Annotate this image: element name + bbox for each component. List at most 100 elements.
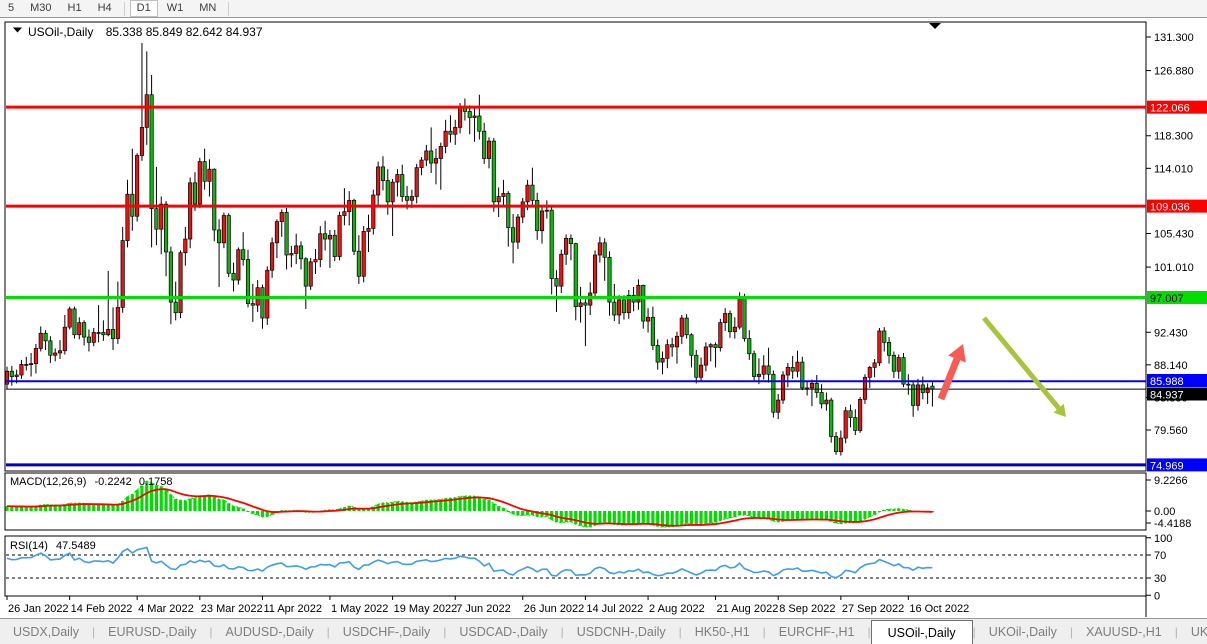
candle (433, 148, 439, 185)
price-tick-label: 118.300 (1154, 131, 1193, 143)
candle (298, 241, 304, 270)
candle (361, 226, 366, 283)
candle (631, 286, 636, 312)
candle-body (477, 115, 482, 132)
candle (462, 98, 467, 121)
candle (920, 376, 925, 400)
macd-histogram-bar (607, 511, 612, 524)
symbol-dropdown-icon[interactable] (13, 27, 22, 33)
timeframe-button-D1[interactable]: D1 (129, 0, 158, 17)
candle-body (887, 342, 892, 356)
candle (323, 220, 328, 251)
candle (125, 179, 130, 248)
candle-body (351, 199, 357, 252)
candle (38, 326, 43, 352)
candle-body (448, 130, 453, 135)
candle-body (843, 410, 848, 439)
tab-audusd-daily[interactable]: AUDUSD-,Daily (212, 619, 326, 644)
candle-body (780, 374, 786, 401)
timeframe-button-W1[interactable]: W1 (160, 0, 191, 17)
candle (183, 226, 188, 266)
candle (602, 238, 607, 281)
tab-usdchf-daily[interactable]: USDCHF-,Daily (330, 619, 444, 644)
date-label: 19 May 2022 (394, 603, 458, 615)
candle-body (607, 256, 612, 303)
candle (646, 308, 651, 333)
date-label: 23 Mar 2022 (201, 603, 263, 615)
candle-body (703, 346, 708, 366)
candle-body (72, 308, 77, 336)
candle (809, 379, 814, 407)
candle-body (318, 233, 323, 260)
candle-body (458, 106, 463, 128)
macd-histogram-bar (183, 500, 187, 511)
candle (814, 375, 819, 398)
candle (872, 359, 877, 378)
macd-histogram-bar (101, 504, 105, 511)
timeframe-button-MN[interactable]: MN (192, 0, 223, 17)
timeframe-toolbar: 5 M30 H1 H4 D1 W1 MN (0, 0, 1207, 18)
macd-axis-label: 0.00 (1154, 506, 1175, 518)
candle (260, 284, 265, 329)
candle (506, 191, 511, 247)
tab-usoil-daily[interactable]: USOil-,Daily (870, 620, 973, 644)
macd-histogram-bar (96, 504, 101, 511)
candle-body (592, 254, 598, 294)
tab-eurchf-h1[interactable]: EURCHF-,H1 (766, 619, 868, 644)
timeframe-button-M30[interactable]: M30 (23, 0, 58, 17)
candle (77, 317, 82, 340)
candle-body (515, 216, 520, 243)
tab-ukoil-daily[interactable]: UKOil-,Daily (976, 619, 1070, 644)
candle-body (795, 361, 800, 372)
candle-body (766, 365, 771, 375)
candle (453, 119, 458, 145)
date-label: 4 Mar 2022 (138, 603, 194, 615)
chart-canvas[interactable]: 131.300 126.880 118.300 114.010 105.430 101.0… (0, 18, 1207, 618)
tab-usdx-daily[interactable]: USDX,Daily (0, 619, 92, 644)
macd-value-signal: 0.1758 (139, 476, 173, 488)
timeframe-button-5[interactable]: 5 (1, 0, 21, 17)
candle-body (636, 285, 641, 303)
timeframe-button-H1[interactable]: H1 (61, 0, 89, 17)
candle-body (33, 348, 38, 364)
candle (29, 352, 34, 377)
candle (294, 233, 299, 265)
candle-body (867, 367, 872, 378)
tab-eurusd-daily[interactable]: EURUSD-,Daily (95, 619, 209, 644)
bullish-arrow[interactable] (937, 344, 966, 401)
candle (853, 409, 858, 436)
candle-body (212, 168, 217, 231)
candle-body (486, 140, 492, 159)
candle (684, 314, 689, 339)
macd-histogram-bar (858, 511, 862, 522)
candle-body (188, 182, 193, 240)
candle-body (303, 258, 308, 287)
candle-body (24, 364, 29, 366)
candle-body (265, 269, 270, 319)
tab-ukoil-daily[interactable]: UKOil-,Daily (1178, 619, 1207, 644)
rsi-value: 47.5489 (56, 540, 96, 552)
candle-body (539, 210, 545, 232)
candle-body (727, 313, 733, 333)
toolbar-separator (228, 1, 230, 16)
macd-histogram-bar (169, 494, 173, 511)
candle (539, 207, 545, 244)
tab-usdcad-daily[interactable]: USDCAD-,Daily (446, 619, 560, 644)
candle-body (756, 373, 761, 377)
chart-shift-marker-icon[interactable] (929, 23, 941, 29)
candle (583, 297, 588, 347)
tab-usdcnh-daily[interactable]: USDCNH-,Daily (564, 619, 679, 644)
candle (72, 306, 77, 339)
candle (236, 247, 241, 285)
price-badge: 74.969 (1147, 458, 1207, 472)
candle (626, 289, 631, 319)
candle (511, 213, 516, 264)
tab-hk50-h1[interactable]: HK50-,H1 (682, 619, 763, 644)
timeframe-button-H4[interactable]: H4 (91, 0, 119, 17)
candle (376, 161, 381, 205)
candle (62, 315, 67, 355)
tab-xauusd-h1[interactable]: XAUUSD-,H1 (1073, 619, 1175, 644)
bearish-arrow[interactable] (982, 316, 1066, 417)
candle (482, 122, 487, 164)
candle-body (380, 166, 386, 181)
